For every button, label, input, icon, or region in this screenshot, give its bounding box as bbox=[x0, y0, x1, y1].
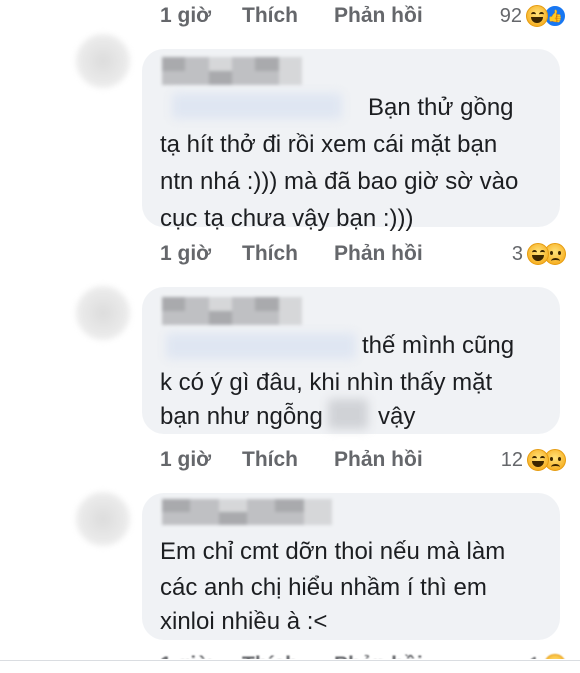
blurred-mention bbox=[166, 333, 356, 359]
comment-text-line: thế mình cũng bbox=[362, 332, 515, 359]
blurred-commenter-name bbox=[162, 57, 302, 85]
haha-icon bbox=[527, 449, 549, 471]
blurred-mention bbox=[172, 93, 342, 119]
comment-text-line: vậy bbox=[378, 403, 416, 430]
comment-text-line: xinloi nhiều à :< bbox=[160, 608, 328, 635]
blurred-word bbox=[328, 399, 368, 429]
reaction-summary[interactable]: 3 bbox=[512, 243, 566, 266]
comment-text-line: ntn nhá :))) mà đã bao giờ sờ vào bbox=[160, 168, 519, 195]
like-button[interactable]: Thích bbox=[242, 4, 334, 28]
reaction-summary[interactable]: 1 bbox=[528, 653, 566, 673]
reaction-summary[interactable]: 92 👍 bbox=[500, 5, 566, 28]
haha-icon bbox=[527, 243, 549, 265]
reply-button[interactable]: Phản hồi bbox=[334, 4, 423, 28]
divider bbox=[0, 660, 580, 661]
comment-time[interactable]: 1 giờ bbox=[160, 448, 242, 472]
comment-bubble: Em chỉ cmt dỡn thoi nếu mà làm các anh c… bbox=[142, 493, 560, 640]
avatar[interactable] bbox=[76, 492, 130, 546]
like-button[interactable]: Thích bbox=[242, 448, 334, 472]
like-button[interactable]: Thích bbox=[242, 653, 334, 659]
reaction-count: 1 bbox=[528, 653, 540, 673]
comment-bubble: Bạn thử gồng tạ hít thở đi rồi xem cái m… bbox=[142, 49, 560, 232]
reaction-count: 12 bbox=[500, 448, 523, 471]
comment-3-actions: 1 giờ Thích Phản hồi 12 bbox=[160, 445, 574, 475]
comment-2-actions: 1 giờ Thích Phản hồi 3 bbox=[160, 239, 574, 269]
comment-text-line: Em chỉ cmt dỡn thoi nếu mà làm bbox=[160, 538, 506, 565]
comment-time[interactable]: 1 giờ bbox=[160, 4, 242, 28]
comment-text-line: k có ý gì đâu, khi nhìn thấy mặt bbox=[160, 369, 493, 396]
haha-icon bbox=[544, 654, 566, 659]
reply-button[interactable]: Phản hồi bbox=[334, 448, 423, 472]
comment-text-line: các anh chị hiểu nhầm í thì em bbox=[160, 574, 487, 601]
reply-button[interactable]: Phản hồi bbox=[334, 242, 423, 266]
reaction-count: 3 bbox=[511, 242, 523, 265]
comment-time[interactable]: 1 giờ bbox=[160, 653, 242, 659]
comment-4-actions: 1 giờ Thích Phản hồi 1 bbox=[160, 650, 574, 673]
comment-text-line: cục tạ chưa vậy bạn :))) bbox=[160, 205, 414, 232]
comment-text-line: bạn như ngỗng bbox=[160, 403, 323, 430]
blurred-commenter-name bbox=[162, 297, 302, 325]
haha-icon bbox=[526, 5, 548, 27]
comment-bubble: thế mình cũng k có ý gì đâu, khi nhìn th… bbox=[142, 287, 560, 434]
reaction-summary[interactable]: 12 bbox=[501, 449, 566, 472]
like-button[interactable]: Thích bbox=[242, 242, 334, 266]
comment-time[interactable]: 1 giờ bbox=[160, 242, 242, 266]
avatar[interactable] bbox=[76, 286, 130, 340]
comment-text-line: Bạn thử gồng bbox=[368, 94, 514, 121]
reaction-count: 92 bbox=[499, 4, 522, 27]
comment-1-actions: 1 giờ Thích Phản hồi 92 👍 bbox=[160, 1, 574, 31]
avatar[interactable] bbox=[76, 34, 130, 88]
blurred-commenter-name bbox=[162, 499, 332, 525]
comment-text-line: tạ hít thở đi rồi xem cái mặt bạn bbox=[160, 131, 498, 158]
reply-button[interactable]: Phản hồi bbox=[334, 653, 423, 659]
